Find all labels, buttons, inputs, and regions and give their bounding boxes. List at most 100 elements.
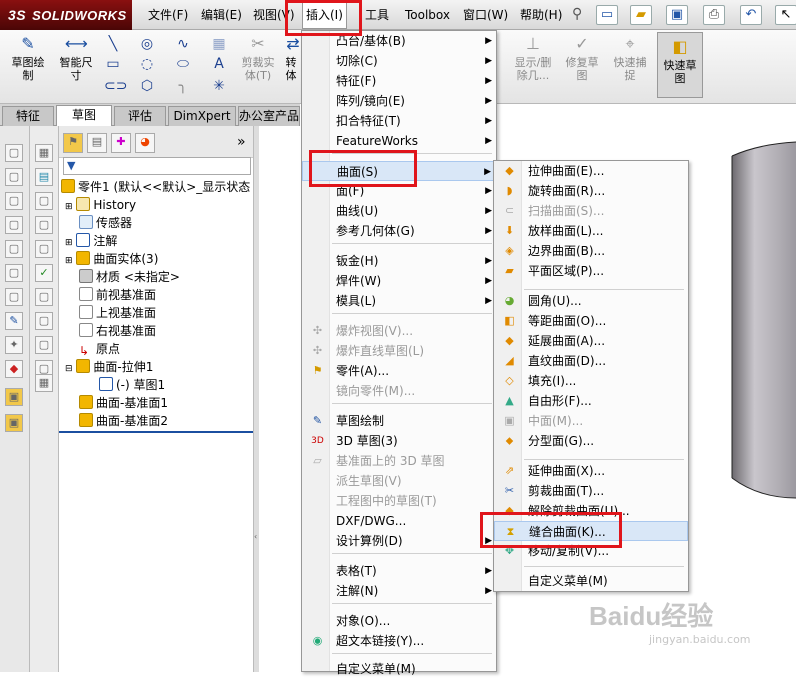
tree-item-annotations[interactable]: ⊞ 注解 — [65, 232, 117, 250]
menu-item-featureworks[interactable]: FeatureWorks ▶ — [302, 131, 496, 151]
menu-item-3d-sketch-on-plane[interactable]: ▱ 基准面上的 3D 草图 — [302, 451, 496, 471]
menu-item-revolved-surface[interactable]: ◗ 旋转曲面(R)... — [494, 181, 688, 201]
table-icon[interactable]: ▦ — [35, 144, 53, 162]
rollback-bar[interactable] — [59, 431, 253, 433]
menu-help[interactable]: 帮助(H) — [517, 0, 565, 30]
menu-item-sketch[interactable]: ✎ 草图绘制 — [302, 411, 496, 431]
menu-item-explode-line-sketch[interactable]: ✣ 爆炸直线草图(L) — [302, 341, 496, 361]
menu-item-swept-surface[interactable]: ⊂ 扫描曲面(S)... — [494, 201, 688, 221]
tree-item-surface-plane1[interactable]: 曲面-基准面1 — [79, 394, 168, 412]
menu-item-ruled-surface[interactable]: ◢ 直纹曲面(D)... — [494, 351, 688, 371]
menu-item-extruded-surface[interactable]: ◆ 拉伸曲面(E)... — [494, 161, 688, 181]
configuration-manager-tab-icon[interactable]: ✚ — [111, 133, 131, 153]
ellipse-icon[interactable]: ⬭ — [174, 56, 192, 72]
circle-icon[interactable]: ◎ — [138, 36, 156, 52]
point-icon[interactable]: ✳ — [210, 78, 228, 94]
expand-arrow-icon[interactable]: » — [237, 134, 246, 150]
tree-item-material[interactable]: 材质 <未指定> — [79, 268, 180, 286]
menu-item-fill[interactable]: ◇ 填充(I)... — [494, 371, 688, 391]
tool-icon-5[interactable]: ▢ — [5, 240, 23, 258]
tree-item-surface-bodies[interactable]: ⊞ 曲面实体(3) — [65, 250, 158, 268]
tool2-icon-4[interactable]: ▢ — [35, 216, 53, 234]
menu-item-extend-surface[interactable]: ⇗ 延伸曲面(X)... — [494, 461, 688, 481]
tool2-icon-3[interactable]: ▢ — [35, 192, 53, 210]
tab-dimxpert[interactable]: DimXpert — [168, 106, 236, 126]
tool2-icon-9[interactable]: ▢ — [35, 336, 53, 354]
tab-office-products[interactable]: 办公室产品 — [238, 106, 300, 126]
sketch-button[interactable]: ✎ 草图绘 制 — [6, 34, 50, 82]
menu-window[interactable]: 窗口(W) — [460, 0, 511, 30]
menu-item-curve[interactable]: 曲线(U) ▶ — [302, 201, 496, 221]
slot-icon[interactable]: ⊂⊃ — [104, 78, 127, 94]
tool-icon-2[interactable]: ▢ — [5, 168, 23, 186]
tool-icon-9[interactable]: ✦ — [5, 336, 23, 354]
menu-item-fillet[interactable]: ◕ 圆角(U)... — [494, 291, 688, 311]
tree-item-surface-extrude1[interactable]: ⊟ 曲面-拉伸1 — [65, 358, 153, 376]
menu-item-freeform[interactable]: ▲ 自由形(F)... — [494, 391, 688, 411]
tree-item-front-plane[interactable]: 前视基准面 — [79, 286, 156, 304]
new-file-icon[interactable]: ▭ — [596, 5, 618, 25]
tool-icon-11[interactable]: ▣ — [5, 388, 23, 406]
tree-item-sketch1[interactable]: (-) 草图1 — [99, 376, 165, 394]
menu-item-weldments[interactable]: 焊件(W) ▶ — [302, 271, 496, 291]
fillet-sketch-icon[interactable]: ╮ — [174, 78, 192, 94]
tool-icon-4[interactable]: ▢ — [5, 216, 23, 234]
menu-file[interactable]: 文件(F) — [145, 0, 191, 30]
show-hide-relations-button[interactable]: ⊥ 显示/删 除几... — [510, 34, 556, 82]
arc-icon[interactable]: ◌ — [138, 56, 156, 72]
menu-item-radiate-surface[interactable]: ◆ 延展曲面(A)... — [494, 331, 688, 351]
tool2-icon-2[interactable]: ▤ — [35, 168, 53, 186]
tool-icon-1[interactable]: ▢ — [5, 144, 23, 162]
tree-item-surface-plane2[interactable]: 曲面-基准面2 — [79, 412, 168, 430]
repair-sketch-button[interactable]: ✓ 修复草 图 — [560, 34, 604, 82]
menu-toolbox[interactable]: Toolbox — [402, 0, 453, 30]
menu-item-pattern-mirror[interactable]: 阵列/镜向(E) ▶ — [302, 91, 496, 111]
menu-item-sketch-from-drawing[interactable]: 工程图中的草图(T) — [302, 491, 496, 511]
menu-item-tables[interactable]: 表格(T) ▶ — [302, 561, 496, 581]
tool-icon-3[interactable]: ▢ — [5, 192, 23, 210]
menu-item-customize-menu-surface[interactable]: 自定义菜单(M) — [494, 571, 688, 591]
tree-item-origin[interactable]: ↳ 原点 — [79, 340, 120, 359]
menu-item-mirror-part[interactable]: 镜向零件(M)... — [302, 381, 496, 401]
display-manager-tab-icon[interactable]: ◕ — [135, 133, 155, 153]
convert-entities-button[interactable]: ⇄ 转 体 — [282, 34, 300, 82]
tree-item-history[interactable]: ⊞ History — [65, 196, 136, 214]
property-manager-tab-icon[interactable]: ▤ — [87, 133, 107, 153]
print-icon[interactable]: ⎙ — [703, 5, 725, 25]
tool2-icon-6[interactable]: ✓ — [35, 264, 53, 282]
tool-icon-6[interactable]: ▢ — [5, 264, 23, 282]
menu-item-design-study[interactable]: 设计算例(D) ▶ — [302, 531, 496, 551]
rectangle-icon[interactable]: ▭ — [104, 56, 122, 72]
smart-dimension-button[interactable]: ⟷ 智能尺 寸 — [54, 34, 98, 82]
polygon-icon[interactable]: ⬡ — [138, 78, 156, 94]
trim-entities-button[interactable]: ✂ 剪裁实 体(T) — [236, 34, 280, 82]
menu-item-planar-surface[interactable]: ▰ 平面区域(P)... — [494, 261, 688, 281]
menu-item-object[interactable]: 对象(O)... — [302, 611, 496, 631]
open-folder-icon[interactable]: ▰ — [630, 5, 652, 25]
menu-tools[interactable]: 工具 — [362, 0, 392, 30]
collapse-arrow-icon[interactable]: ‹ — [254, 532, 257, 541]
menu-item-hyperlink[interactable]: ◉ 超文本链接(Y)... — [302, 631, 496, 651]
tool-icon-12[interactable]: ▣ — [5, 414, 23, 432]
spline-icon[interactable]: ∿ — [174, 36, 192, 52]
undo-icon[interactable]: ↶ — [740, 5, 762, 25]
tree-item-top-plane[interactable]: 上视基准面 — [79, 304, 156, 322]
grid-table-icon[interactable]: ▦ — [35, 374, 53, 392]
pin-icon[interactable]: ⚲ — [572, 6, 582, 22]
menu-item-3d-sketch[interactable]: 3D 3D 草图(3) — [302, 431, 496, 451]
menu-item-annotations[interactable]: 注解(N) ▶ — [302, 581, 496, 601]
menu-item-exploded-view[interactable]: ✣ 爆炸视图(V)... — [302, 321, 496, 341]
text-icon[interactable]: A — [210, 56, 228, 72]
menu-item-customize-menu[interactable]: 自定义菜单(M) — [302, 659, 496, 679]
menu-item-trim-surface[interactable]: ✂ 剪裁曲面(T)... — [494, 481, 688, 501]
menu-item-derived-sketch[interactable]: 派生草图(V) — [302, 471, 496, 491]
tab-features[interactable]: 特征 — [2, 106, 54, 126]
tool2-icon-8[interactable]: ▢ — [35, 312, 53, 330]
tree-item-right-plane[interactable]: 右视基准面 — [79, 322, 156, 340]
menu-item-part[interactable]: ⚑ 零件(A)... — [302, 361, 496, 381]
line-icon[interactable]: ╲ — [104, 36, 122, 52]
sketch-pencil-icon[interactable]: ✎ — [5, 312, 23, 330]
menu-item-offset-surface[interactable]: ◧ 等距曲面(O)... — [494, 311, 688, 331]
rapid-sketch-button[interactable]: ◧ 快速草 图 — [657, 32, 703, 98]
menu-item-features[interactable]: 特征(F) ▶ — [302, 71, 496, 91]
